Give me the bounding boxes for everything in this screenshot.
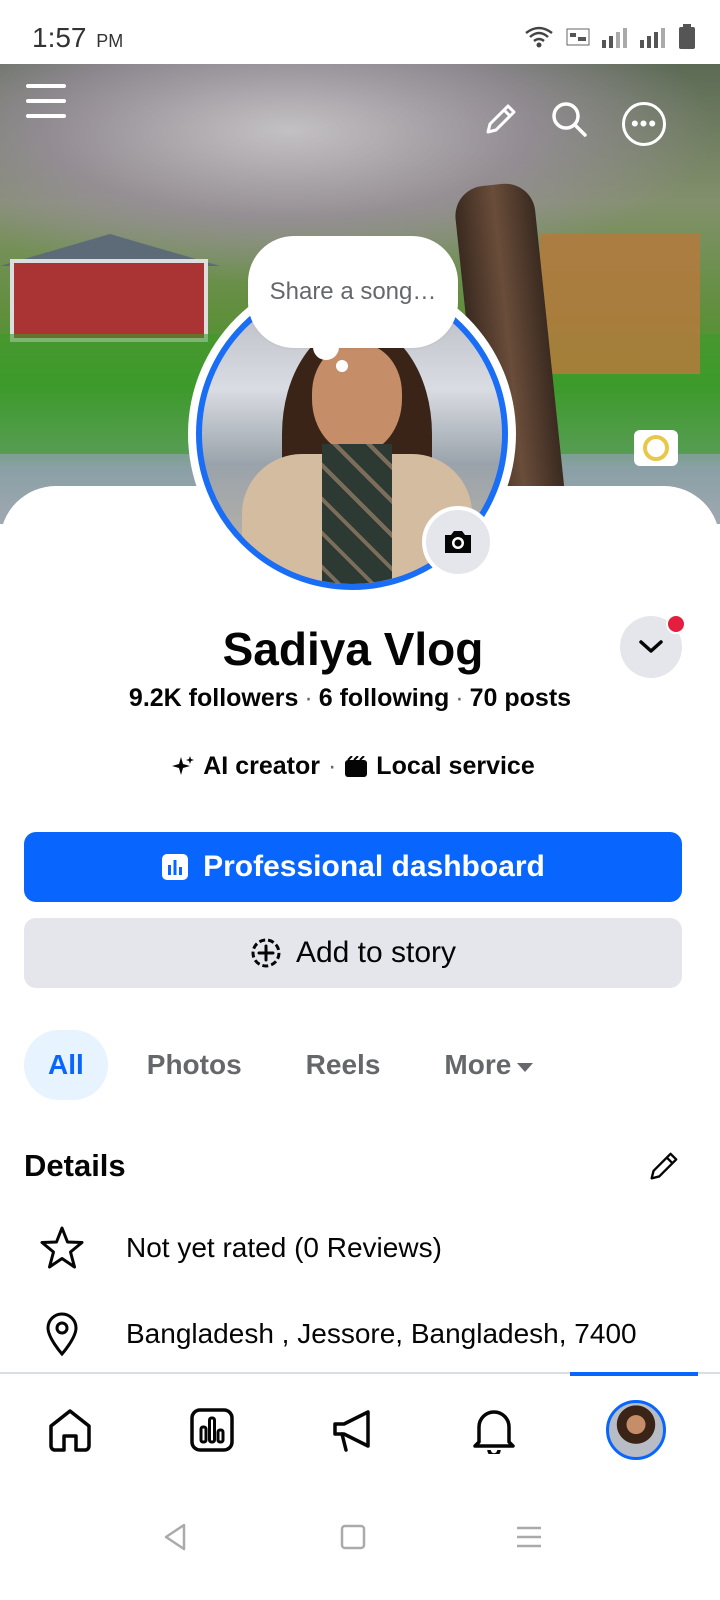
system-back-button[interactable] — [160, 1522, 190, 1552]
professional-dashboard-label: Professional dashboard — [203, 850, 545, 883]
professional-dashboard-button[interactable]: Professional dashboard — [24, 832, 682, 902]
notification-dot — [666, 614, 686, 634]
separator: · — [304, 684, 313, 712]
tab-photos[interactable]: Photos — [124, 1030, 265, 1100]
clapperboard-icon — [345, 755, 368, 777]
search-icon — [552, 102, 587, 137]
category-local-service: Local service — [376, 752, 535, 780]
home-square-icon — [340, 1524, 366, 1550]
active-tab-indicator — [570, 1372, 698, 1376]
separator: · — [327, 752, 337, 780]
avatar-face — [312, 344, 402, 454]
profile-name: Sadiya Vlog — [222, 623, 484, 675]
search-button[interactable] — [550, 100, 588, 138]
tab-reels[interactable]: Reels — [283, 1030, 404, 1100]
system-home-button[interactable] — [338, 1522, 368, 1552]
edit-cover-button[interactable] — [634, 430, 678, 466]
followers-count[interactable]: 9.2K followers — [129, 684, 299, 712]
tab-more-label: More — [444, 1049, 512, 1080]
bubble-dot — [313, 334, 339, 360]
nav-dashboard[interactable] — [182, 1400, 242, 1460]
map-pin-icon — [38, 1310, 86, 1358]
separator: · — [455, 684, 464, 712]
nav-home[interactable] — [40, 1400, 100, 1460]
detail-rating-row[interactable]: Not yet rated (0 Reviews) — [0, 1218, 720, 1278]
caret-down-icon — [517, 1062, 534, 1072]
star-icon — [38, 1224, 86, 1272]
nav-ads[interactable] — [324, 1400, 384, 1460]
detail-location-row[interactable]: Bangladesh , Jessore, Bangladesh, 7400 — [0, 1304, 720, 1364]
home-icon — [49, 1409, 91, 1452]
profile-tabs: All Photos Reels More — [24, 1030, 556, 1100]
chevron-down-icon — [639, 640, 663, 653]
camera-icon — [643, 435, 669, 461]
add-to-story-label: Add to story — [295, 936, 457, 969]
posts-count[interactable]: 70 posts — [470, 684, 571, 712]
menu-button[interactable] — [26, 82, 70, 122]
profile-avatar — [606, 1400, 666, 1460]
cover-gazebo — [540, 234, 700, 374]
status-time: 1:57 PM — [32, 22, 124, 53]
status-icons — [524, 24, 696, 50]
signal-icon-1 — [602, 28, 627, 48]
bottom-navigation — [0, 1372, 720, 1484]
avatar-scarf — [322, 444, 392, 584]
megaphone-icon — [333, 1410, 370, 1452]
camera-icon — [445, 531, 471, 553]
edit-profile-picture-button[interactable] — [422, 506, 494, 578]
sparkle-icon — [172, 755, 195, 775]
menu-icon — [26, 84, 66, 88]
share-song-bubble[interactable]: Share a song… — [248, 236, 458, 348]
tab-more[interactable]: More — [421, 1030, 556, 1100]
back-triangle-icon — [164, 1523, 186, 1551]
recents-lines-icon — [517, 1526, 541, 1548]
status-bar: 1:57 PM — [0, 0, 720, 64]
nav-profile[interactable] — [606, 1400, 666, 1460]
bubble-dot — [336, 360, 348, 372]
rating-text: Not yet rated (0 Reviews) — [126, 1232, 442, 1263]
system-recents-button[interactable] — [514, 1522, 544, 1552]
share-song-text: Share a song… — [269, 278, 437, 305]
profile-categories: AI creator · Local service — [0, 752, 706, 781]
more-icon: ••• — [630, 111, 658, 136]
details-heading: Details — [24, 1148, 126, 1183]
tab-all[interactable]: All — [24, 1030, 108, 1100]
nav-notifications[interactable] — [464, 1400, 524, 1460]
category-ai-creator: AI creator — [203, 752, 320, 780]
dashboard-icon — [190, 1408, 234, 1452]
menu-icon-bar — [26, 99, 66, 103]
volte-icon — [566, 28, 590, 46]
following-count[interactable]: 6 following — [319, 684, 450, 712]
profile-stats: 9.2K followers · 6 following · 70 posts — [0, 684, 700, 713]
edit-profile-button[interactable] — [482, 102, 518, 138]
add-story-icon — [251, 938, 281, 968]
edit-details-button[interactable] — [646, 1150, 680, 1184]
more-button[interactable]: ••• — [622, 102, 666, 146]
location-text: Bangladesh , Jessore, Bangladesh, 7400 — [126, 1318, 637, 1349]
add-to-story-button[interactable]: Add to story — [24, 918, 682, 988]
dashboard-icon — [162, 854, 189, 880]
bell-icon — [473, 1410, 515, 1454]
cover-house — [10, 259, 208, 342]
battery-icon — [679, 24, 695, 49]
signal-icon-2 — [640, 28, 665, 48]
pencil-icon — [486, 104, 516, 134]
wifi-icon — [525, 26, 553, 48]
pencil-icon — [650, 1152, 678, 1180]
menu-icon-bar — [26, 114, 66, 118]
system-navigation — [0, 1482, 720, 1600]
